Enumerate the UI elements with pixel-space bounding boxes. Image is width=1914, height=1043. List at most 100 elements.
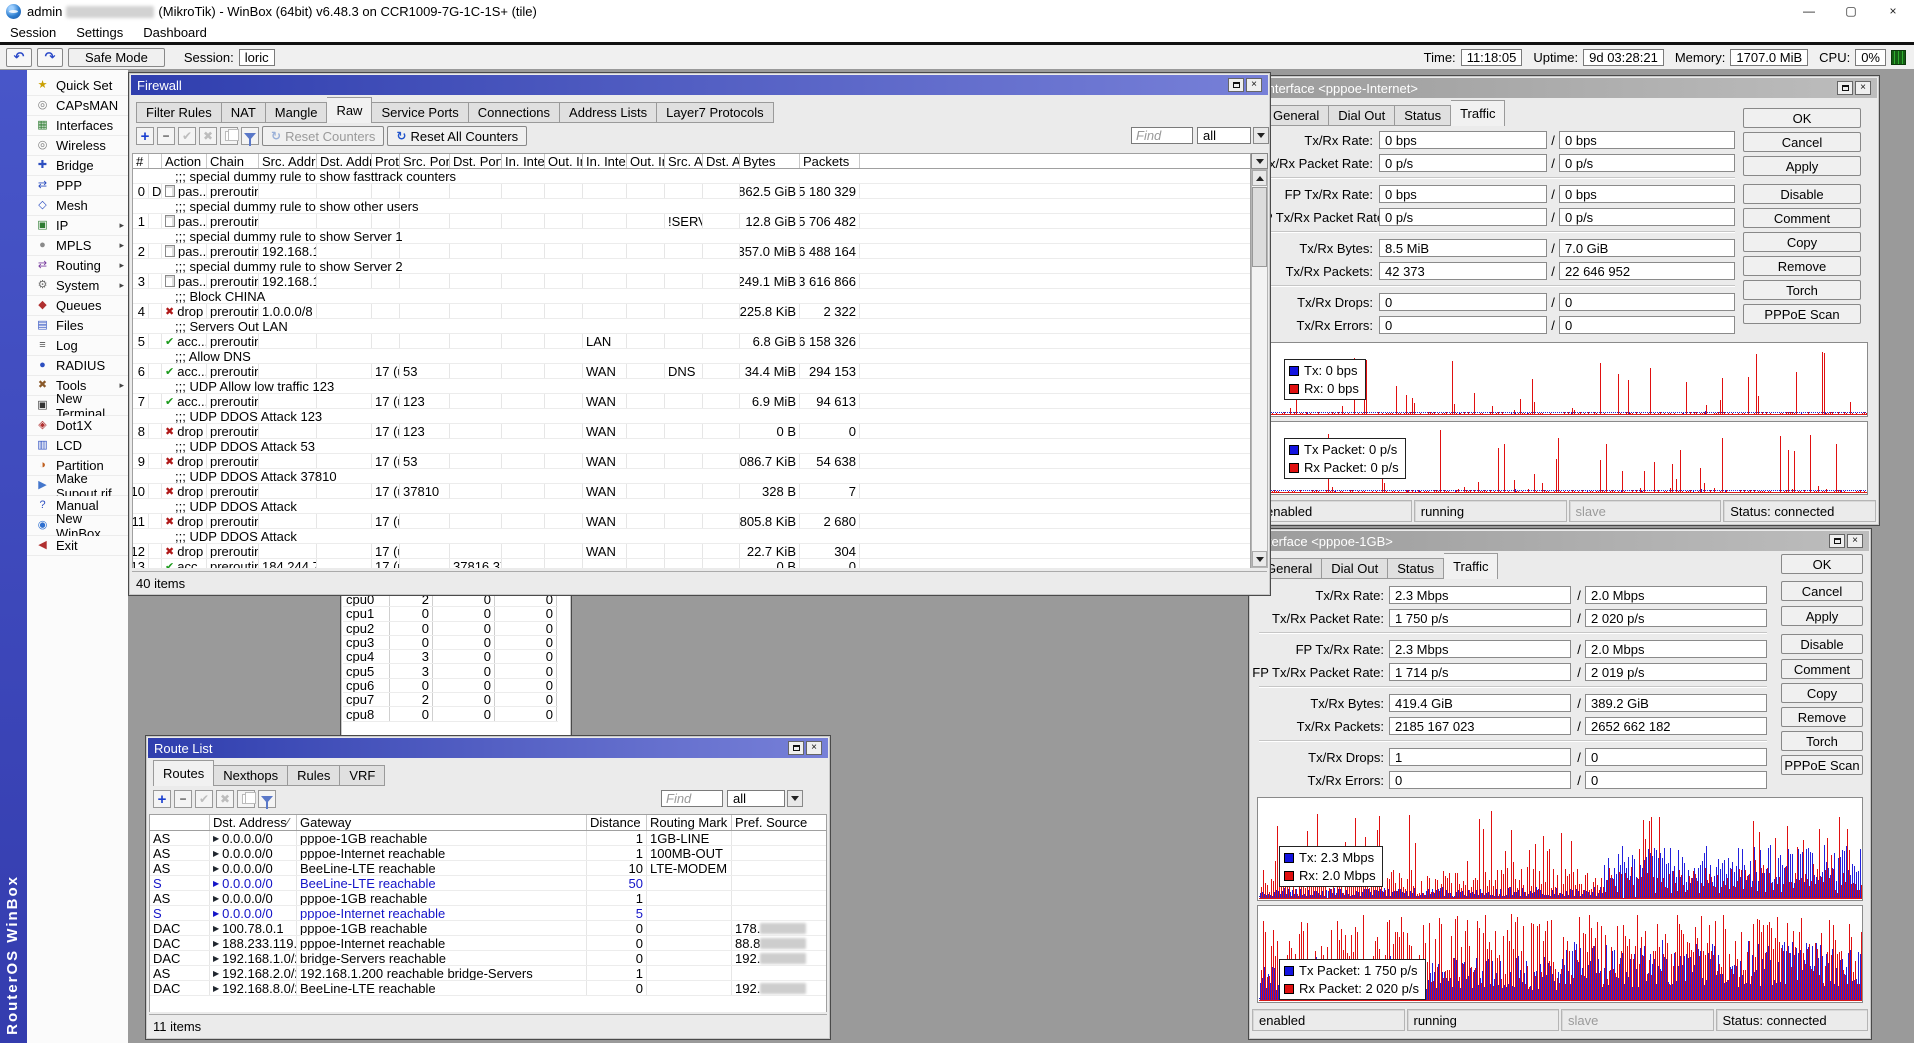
sidebar-item-wireless[interactable]: ◎Wireless xyxy=(27,136,128,156)
scroll-thumb[interactable] xyxy=(1252,187,1267,267)
disable-button[interactable]: Disable xyxy=(1743,184,1861,204)
column-header-dst-port-8[interactable]: Dst. Port xyxy=(450,154,502,168)
pppoe-internet-field-value-rx[interactable]: 22 646 952 xyxy=(1559,262,1735,280)
filter-button[interactable] xyxy=(258,790,276,808)
firewall-rule-row[interactable]: 2pas...prerouting192.168.1.401357.0 MiB6… xyxy=(133,244,1250,259)
firewall-rule-row[interactable]: 9✖dropprerouting17 (u...53WAN4086.7 KiB5… xyxy=(133,454,1250,469)
firewall-tab-nat[interactable]: NAT xyxy=(222,102,266,123)
comment-button[interactable]: Comment xyxy=(1743,208,1861,228)
find-input[interactable] xyxy=(1131,127,1193,144)
minimize-icon[interactable]: — xyxy=(1788,0,1830,22)
route-list-titlebar[interactable]: Route List × xyxy=(148,738,828,758)
torch-button[interactable]: Torch xyxy=(1781,731,1863,751)
column-header--0[interactable]: # xyxy=(133,154,149,168)
cpu-row[interactable]: cpu4300 xyxy=(343,650,558,664)
route-tab-vrf[interactable]: VRF xyxy=(340,765,385,786)
apply-button[interactable]: Apply xyxy=(1743,156,1861,176)
pppoe-1gb-field-value-tx[interactable]: 2185 167 023 xyxy=(1389,717,1571,735)
sidebar-item-exit[interactable]: ◀Exit xyxy=(27,536,128,556)
cpu-row[interactable]: cpu5300 xyxy=(343,664,558,678)
route-row[interactable]: AS▶0.0.0.0/0pppoe-Internet reachable1100… xyxy=(150,846,826,861)
column-header-in-inter-11[interactable]: In. Inter... xyxy=(583,154,627,168)
pppoe-1gb-field-value-rx[interactable]: 2 020 p/s xyxy=(1585,609,1767,627)
filter-button[interactable] xyxy=(241,127,259,145)
sidebar-item-radius[interactable]: ●RADIUS xyxy=(27,356,128,376)
route-tab-rules[interactable]: Rules xyxy=(288,765,340,786)
cpu-row[interactable]: cpu8000 xyxy=(343,707,558,721)
pppoe-1gb-tab-dial-out[interactable]: Dial Out xyxy=(1322,558,1388,579)
sidebar-item-mpls[interactable]: ●MPLS▸ xyxy=(27,236,128,256)
firewall-rule-row[interactable]: 6✔acc...prerouting17 (u...53WANDNS34.4 M… xyxy=(133,364,1250,379)
reset-counters-button[interactable]: ↻Reset Counters xyxy=(262,126,384,146)
pppoe-internet-field-value-rx[interactable]: 0 bps xyxy=(1559,185,1735,203)
firewall-comment-row[interactable]: ;;; UDP DDOS Attack 53 xyxy=(133,439,1250,454)
sidebar-item-ppp[interactable]: ⇄PPP xyxy=(27,176,128,196)
sidebar-item-bridge[interactable]: ✚Bridge xyxy=(27,156,128,176)
sidebar-item-queues[interactable]: ◆Queues xyxy=(27,296,128,316)
close-icon[interactable]: × xyxy=(1847,534,1863,548)
sidebar-item-capsman[interactable]: ◎CAPsMAN xyxy=(27,96,128,116)
pppoe-scan-button[interactable]: PPPoE Scan xyxy=(1743,304,1861,324)
route-row[interactable]: DAC▶192.168.1.0/24bridge-Servers reachab… xyxy=(150,951,826,966)
firewall-tab-layer7-protocols[interactable]: Layer7 Protocols xyxy=(657,102,774,123)
column-header-bytes-15[interactable]: Bytes xyxy=(740,154,800,168)
column-header-flags-1[interactable] xyxy=(149,154,162,168)
scroll-up-icon[interactable] xyxy=(1252,170,1267,186)
sort-dropdown-icon[interactable] xyxy=(1251,153,1268,169)
redo-icon[interactable]: ↷ xyxy=(37,48,63,67)
sidebar-item-new-winbox[interactable]: ◉New WinBox xyxy=(27,516,128,536)
firewall-comment-row[interactable]: ;;; special dummy rule to show other use… xyxy=(133,199,1250,214)
scroll-down-icon[interactable] xyxy=(1252,551,1267,567)
pppoe-internet-tab-status[interactable]: Status xyxy=(1395,105,1451,126)
cpu-row[interactable]: cpu7200 xyxy=(343,693,558,707)
firewall-rule-row[interactable]: 8✖dropprerouting17 (u...123WAN0 B0 xyxy=(133,424,1250,439)
close-icon[interactable]: × xyxy=(806,741,822,755)
filter-dropdown[interactable]: all xyxy=(1197,127,1251,144)
pppoe-internet-field-value-rx[interactable]: 0 xyxy=(1559,316,1735,334)
firewall-rule-row[interactable]: 4✖dropprerouting1.0.0.0/8225.8 KiB2 322 xyxy=(133,304,1250,319)
firewall-rule-row[interactable]: 7✔acc...prerouting17 (u...123WAN6.9 MiB9… xyxy=(133,394,1250,409)
route-row[interactable]: S▶0.0.0.0/0pppoe-Internet reachable5 xyxy=(150,906,826,921)
pppoe-1gb-field-value-tx[interactable]: 2.3 Mbps xyxy=(1389,640,1571,658)
pppoe-1gb-field-value-rx[interactable]: 2 019 p/s xyxy=(1585,663,1767,681)
route-row[interactable]: AS▶192.168.2.0/24192.168.1.200 reachable… xyxy=(150,966,826,981)
column-header-in-inter-9[interactable]: In. Inter... xyxy=(502,154,545,168)
menu-item-settings[interactable]: Settings xyxy=(66,22,133,42)
column-header-src-ad-13[interactable]: Src. Ad... xyxy=(665,154,703,168)
restore-icon[interactable] xyxy=(1829,534,1845,548)
route-row[interactable]: S▶0.0.0.0/0BeeLine-LTE reachable50 xyxy=(150,876,826,891)
pppoe-1gb-field-value-rx[interactable]: 2.0 Mbps xyxy=(1585,640,1767,658)
column-header-flags[interactable] xyxy=(150,815,210,830)
copy-button[interactable]: Copy xyxy=(1781,683,1863,703)
column-header-chain-3[interactable]: Chain xyxy=(207,154,259,168)
pppoe-internet-field-value-rx[interactable]: 0 p/s xyxy=(1559,208,1735,226)
pppoe-1gb-field-value-rx[interactable]: 0 xyxy=(1585,748,1767,766)
firewall-comment-row[interactable]: ;;; special dummy rule to show Server 2 xyxy=(133,259,1250,274)
copy-button[interactable]: Copy xyxy=(1743,232,1861,252)
pppoe-internet-field-value-tx[interactable]: 0 p/s xyxy=(1379,154,1547,172)
pppoe-1gb-tab-status[interactable]: Status xyxy=(1388,558,1444,579)
pppoe-1gb-field-value-tx[interactable]: 2.3 Mbps xyxy=(1389,586,1571,604)
pppoe-internet-field-value-tx[interactable]: 8.5 MiB xyxy=(1379,239,1547,257)
firewall-rule-row[interactable]: 10✖dropprerouting17 (u...37810WAN328 B7 xyxy=(133,484,1250,499)
column-header-dst-ad-14[interactable]: Dst. Ad... xyxy=(703,154,740,168)
sidebar-item-make-supout-rif[interactable]: ▶Make Supout.rif xyxy=(27,476,128,496)
pppoe-1gb-field-value-tx[interactable]: 1 xyxy=(1389,748,1571,766)
column-header-out-int-10[interactable]: Out. Int... xyxy=(545,154,583,168)
add-button[interactable]: + xyxy=(136,127,154,145)
session-value[interactable]: loric xyxy=(239,49,275,66)
column-header-out-int-12[interactable]: Out. Int... xyxy=(627,154,665,168)
sidebar-item-quick-set[interactable]: ★Quick Set xyxy=(27,76,128,96)
restore-icon[interactable] xyxy=(1837,81,1853,95)
column-header-dst-address-5[interactable]: Dst. Address xyxy=(317,154,372,168)
route-row[interactable]: AS▶0.0.0.0/0BeeLine-LTE reachable10LTE-M… xyxy=(150,861,826,876)
restore-icon[interactable] xyxy=(1228,78,1244,92)
pppoe-1gb-field-value-tx[interactable]: 0 xyxy=(1389,771,1571,789)
remove-button[interactable]: − xyxy=(157,127,175,145)
firewall-comment-row[interactable]: ;;; UDP DDOS Attack xyxy=(133,499,1250,514)
add-button[interactable]: + xyxy=(153,790,171,808)
menu-item-dashboard[interactable]: Dashboard xyxy=(133,22,217,42)
firewall-rule-row[interactable]: 0Dpas...prerouting862.5 GiB4785 180 329 xyxy=(133,184,1250,199)
safe-mode-button[interactable]: Safe Mode xyxy=(68,48,165,67)
filter-dropdown-arrow-icon[interactable] xyxy=(787,790,803,807)
